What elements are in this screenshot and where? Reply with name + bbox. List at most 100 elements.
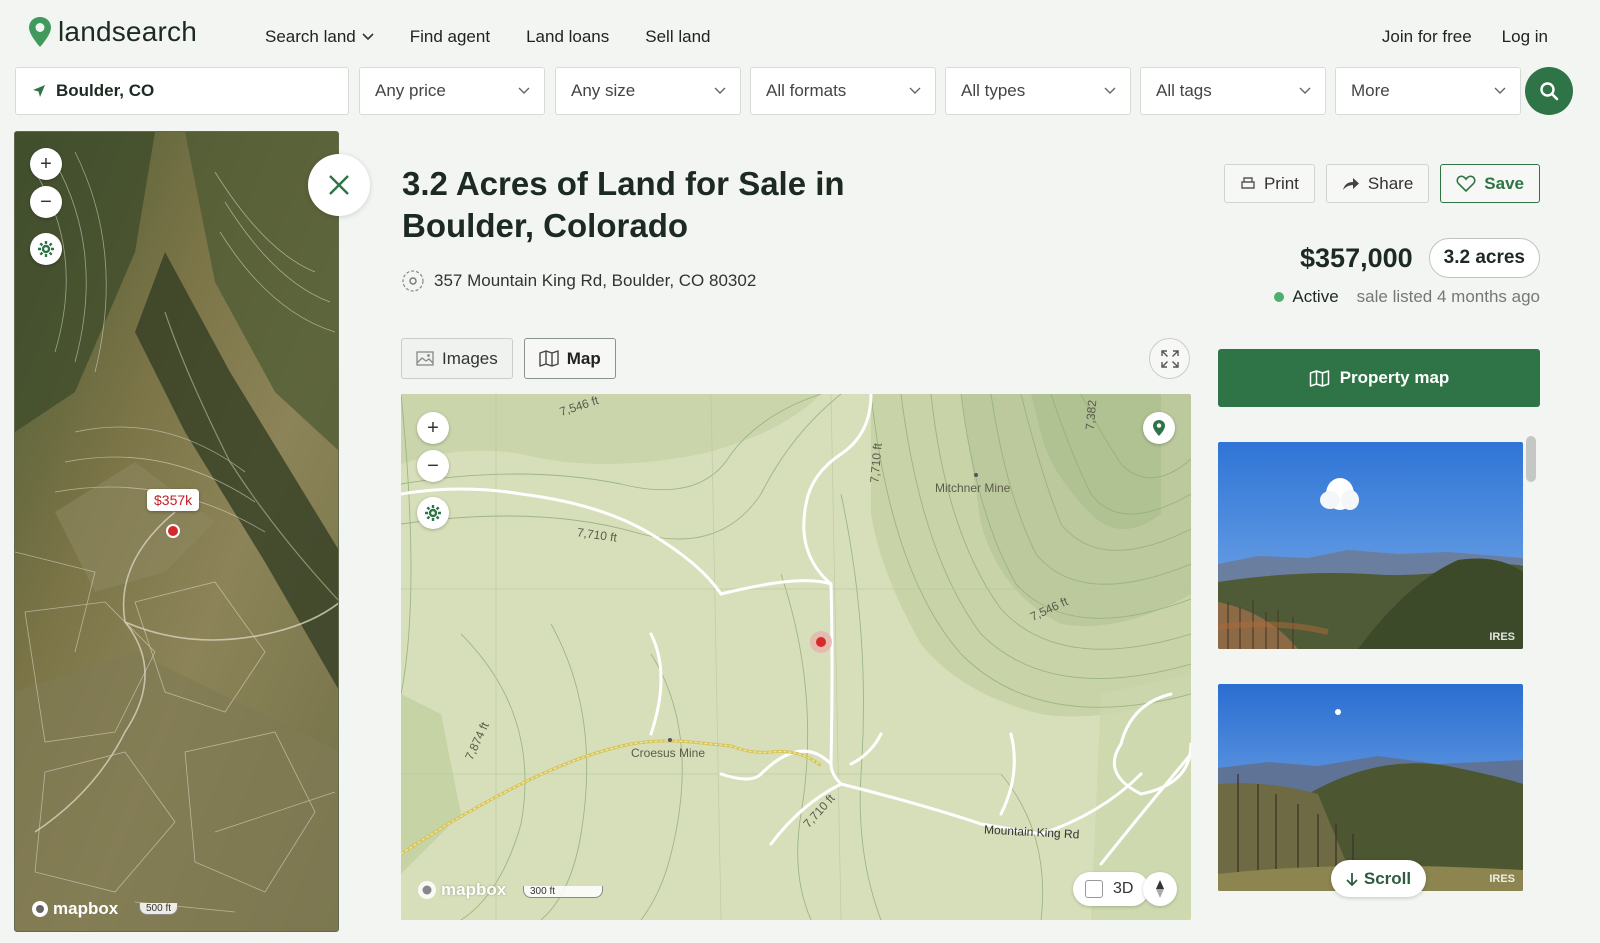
scroll-button[interactable]: Scroll [1331,860,1426,897]
filter-label: Any size [571,81,636,100]
tab-label: Map [566,348,601,368]
arrow-down-icon [1346,872,1358,886]
share-button[interactable]: Share [1325,164,1430,203]
formats-filter[interactable]: All formats [750,67,936,115]
status-label: Active [1292,287,1339,306]
tab-images[interactable]: Images [401,338,513,379]
price-marker[interactable]: $357k [147,489,200,511]
mine-label: Croesus Mine [631,746,706,760]
gallery-photo[interactable]: IRES [1218,442,1523,649]
nav-label: Land loans [526,27,610,46]
chevron-down-icon [362,33,374,41]
navigation-arrow-icon [33,85,45,97]
topographic-map[interactable]: 7,546 ft 7,710 ft 7,710 ft 7,546 ft 7,87… [401,394,1191,920]
nav-land-loans[interactable]: Land loans [526,27,609,47]
filter-label: All formats [766,81,847,100]
close-icon [329,175,349,195]
filter-label: Any price [375,81,446,100]
scroll-label: Scroll [1363,868,1412,888]
more-filter[interactable]: More [1335,67,1521,115]
gear-icon [38,241,54,257]
filter-label: All tags [1156,81,1212,100]
3d-checkbox[interactable] [1085,880,1103,898]
share-arrow-icon [1342,177,1359,190]
save-label: Save [1484,173,1524,193]
price-row: $357,000 3.2 acres [1300,238,1540,278]
fullscreen-button[interactable] [1149,338,1190,379]
zoom-in-button[interactable]: + [30,148,62,180]
price-filter[interactable]: Any price [359,67,545,115]
map-icon [1309,369,1329,387]
main-nav: Search land Find agent Land loans Sell l… [265,27,710,47]
property-map-button[interactable]: Property map [1218,349,1540,407]
chevron-down-icon [714,87,726,94]
zoom-in-button[interactable]: + [417,412,449,444]
zoom-out-button[interactable]: − [417,450,449,482]
logo[interactable]: landsearch [28,16,197,48]
media-tabs: Images Map [401,338,616,379]
chevron-down-icon [518,87,530,94]
nav-search-land[interactable]: Search land [265,27,374,47]
join-link[interactable]: Join for free [1382,27,1472,47]
share-label: Share [1367,173,1414,193]
heart-icon [1456,175,1476,192]
gallery-scrollbar[interactable] [1526,436,1536,482]
photo-gallery: IRES IRES [1218,432,1540,920]
map-scale: 300 ft [523,886,603,898]
3d-toggle[interactable]: 3D [1073,872,1149,906]
listing-actions: Print Share Save [1223,164,1540,203]
print-button[interactable]: Print [1223,164,1315,203]
types-filter[interactable]: All types [945,67,1131,115]
location-pin-logo-icon [29,17,51,47]
filter-label: All types [961,81,1026,100]
nav-sell-land[interactable]: Sell land [645,27,710,47]
locate-button[interactable] [1143,412,1175,444]
location-target-icon [402,270,424,292]
compass-icon [1156,880,1164,898]
location-input[interactable]: Boulder, CO [15,67,349,115]
map-settings-button[interactable] [30,233,62,265]
print-label: Print [1263,173,1299,193]
size-filter[interactable]: Any size [555,67,741,115]
elevation-label: 7,382 [1082,399,1100,431]
compass-button[interactable] [1143,872,1177,906]
map-settings-button[interactable] [417,497,449,529]
address-text: 357 Mountain King Rd, Boulder, CO 80302 [434,271,757,290]
property-location-dot[interactable] [166,524,180,538]
mapbox-text: mapbox [53,899,119,918]
nav-label: Sell land [645,27,711,46]
filter-label: More [1351,81,1390,100]
mapbox-attribution[interactable]: mapbox [31,899,118,919]
photo-watermark: IRES [1489,631,1515,643]
search-icon [1540,82,1559,101]
close-button[interactable] [308,154,370,216]
active-status-dot [1274,292,1285,302]
mine-label: Mitchner Mine [935,481,1011,495]
chevron-down-icon [1299,87,1311,94]
mapbox-attribution[interactable]: mapbox [417,880,506,900]
search-button[interactable] [1525,67,1573,115]
property-map-label: Property map [1339,368,1450,387]
listing-price: $357,000 [1300,242,1413,273]
tab-map[interactable]: Map [523,338,616,379]
mapbox-logo-icon [32,901,48,917]
image-icon [416,351,434,366]
tags-filter[interactable]: All tags [1140,67,1326,115]
location-value: Boulder, CO [56,81,155,100]
nav-label: Search land [265,27,356,46]
top-header: landsearch Search land Find agent Land l… [0,0,1600,64]
photo-watermark: IRES [1489,873,1515,885]
nav-find-agent[interactable]: Find agent [410,27,490,47]
login-link[interactable]: Log in [1502,27,1548,47]
listing-title: 3.2 Acres of Land for Sale in Boulder, C… [402,165,845,244]
landscape-photo [1218,442,1523,649]
save-button[interactable]: Save [1440,164,1540,203]
expand-icon [1160,349,1179,368]
satellite-map[interactable]: + − $357k mapbox 500 ft [14,131,339,932]
listing-address: 357 Mountain King Rd, Boulder, CO 80302 [402,270,756,292]
acres-badge: 3.2 acres [1428,238,1540,278]
map-scale: 500 ft [139,903,179,915]
zoom-out-button[interactable]: − [30,186,62,218]
logo-text: landsearch [58,16,197,47]
mapbox-logo-icon [418,881,436,899]
